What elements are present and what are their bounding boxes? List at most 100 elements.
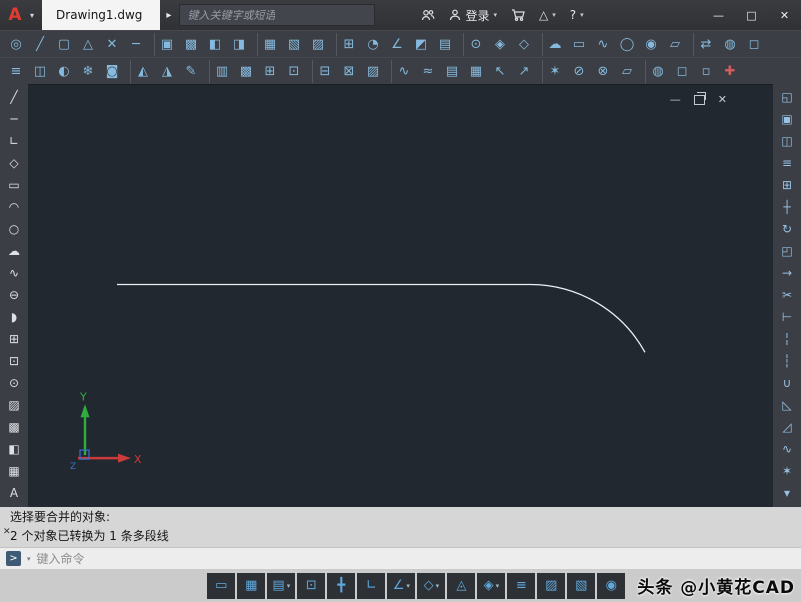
erase-icon[interactable]: ◱	[774, 86, 800, 108]
align-icon[interactable]: ↖	[488, 60, 512, 83]
isometric-drafting-icon[interactable]: ◇ ▾	[417, 572, 446, 599]
ellipse-arc-icon[interactable]: ◗	[1, 306, 27, 328]
command-close-icon[interactable]: ✕	[3, 527, 11, 537]
measure-area-icon[interactable]: ◩	[409, 33, 433, 56]
zoom-window-icon[interactable]: ◻	[742, 33, 766, 56]
plot-preview-icon[interactable]: ◻	[670, 60, 694, 83]
break-icon[interactable]: ┆	[774, 350, 800, 372]
isolate-objects-icon[interactable]: ◧	[203, 33, 227, 56]
offset-icon[interactable]: ≡	[774, 152, 800, 174]
page-setup-icon[interactable]: ▫	[694, 60, 718, 83]
drawing-canvas[interactable]: Y X Z — ✕	[28, 84, 773, 507]
snap-mode-icon[interactable]: ▤ ▾	[267, 572, 296, 599]
snap-from-icon[interactable]: ╱	[28, 33, 52, 56]
image-adjust-icon[interactable]: ▨	[361, 60, 385, 83]
minimize-button[interactable]: —	[702, 0, 735, 30]
markup-icon[interactable]: ✚	[718, 60, 742, 83]
explode-icon[interactable]: ✶	[774, 460, 800, 482]
ortho-mode-icon[interactable]: ∟	[357, 572, 386, 599]
quick-calc-icon[interactable]: ▤	[433, 33, 457, 56]
stretch-icon[interactable]: →	[774, 262, 800, 284]
array-edit-icon[interactable]: ▦	[464, 60, 488, 83]
clip-xref-icon[interactable]: ⊠	[337, 60, 361, 83]
trim-icon[interactable]: ✂	[774, 284, 800, 306]
mirror-icon[interactable]: ◫	[774, 130, 800, 152]
app-menu-caret-icon[interactable]: ▾	[30, 11, 34, 20]
object-snap-tracking-icon[interactable]: ◬	[447, 572, 476, 599]
polar-tracking-icon[interactable]: ∠ ▾	[387, 572, 416, 599]
arc-icon[interactable]: ◠	[1, 196, 27, 218]
layer-isolate-icon[interactable]: ◭	[130, 59, 155, 83]
properties-palette-icon[interactable]: ▥	[209, 59, 234, 83]
command-options-caret-icon[interactable]: ▾	[27, 555, 31, 563]
drawn-polyline[interactable]	[117, 283, 646, 353]
multiline-text-icon[interactable]: A	[1, 482, 27, 504]
snap-temporary-point-icon[interactable]: ◎	[4, 33, 28, 56]
group-edit-icon[interactable]: ▨	[306, 33, 330, 56]
ungroup-icon[interactable]: ▧	[282, 33, 306, 56]
array-icon[interactable]: ⊞	[774, 174, 800, 196]
attach-xref-icon[interactable]: ⊟	[312, 59, 337, 83]
zoom-realtime-icon[interactable]: ◍	[718, 33, 742, 56]
move-icon[interactable]: ┼	[774, 196, 800, 218]
rotate-icon[interactable]: ↻	[774, 218, 800, 240]
point-icon[interactable]: ⊙	[1, 372, 27, 394]
command-prompt-icon[interactable]: >	[6, 551, 21, 566]
make-block-icon[interactable]: ⊡	[1, 350, 27, 372]
dynamic-input-icon[interactable]: ╋	[327, 572, 356, 599]
donut-icon[interactable]: ◉	[639, 33, 663, 56]
rename-icon[interactable]: ▱	[615, 60, 639, 83]
point-style-icon[interactable]: ⊙	[463, 32, 488, 56]
circle-icon[interactable]: ○	[1, 218, 27, 240]
polyline-icon[interactable]: ∟	[1, 130, 27, 152]
measure-radius-icon[interactable]: ◔	[361, 33, 385, 56]
layer-states-icon[interactable]: ◫	[28, 60, 52, 83]
chamfer-icon[interactable]: ◺	[774, 394, 800, 416]
fillet-icon[interactable]: ◿	[774, 416, 800, 438]
selection-cycling-icon[interactable]: ▧	[567, 572, 596, 599]
grid-display-icon[interactable]: ▦	[237, 572, 266, 599]
transparency-icon[interactable]: ▨	[537, 572, 566, 599]
pan-icon[interactable]: ⇄	[693, 32, 718, 56]
region-icon[interactable]: ◧	[1, 438, 27, 460]
insert-block-icon[interactable]: ⊞	[1, 328, 27, 350]
app-menu-button[interactable]: A	[0, 0, 30, 30]
hide-objects-icon[interactable]: ◨	[227, 33, 251, 56]
revision-cloud-icon[interactable]: ☁	[1, 240, 27, 262]
insert-block-icon[interactable]: ⊞	[258, 60, 282, 83]
layer-walk-icon[interactable]: ◮	[155, 60, 179, 83]
group-icon[interactable]: ▦	[257, 32, 282, 56]
layer-lock-icon[interactable]: ◙	[100, 60, 124, 83]
scale-icon[interactable]: ◰	[774, 240, 800, 262]
layer-freeze-icon[interactable]: ❄	[76, 60, 100, 83]
snap-endpoint-icon[interactable]: ▢	[52, 33, 76, 56]
copy-icon[interactable]: ▣	[774, 108, 800, 130]
help-search-input[interactable]: 键入关键字或短语	[179, 4, 376, 26]
ellipse-icon[interactable]: ⊖	[1, 284, 27, 306]
signin-button[interactable]: 登录 ▾	[449, 7, 497, 24]
purge-icon[interactable]: ⊘	[567, 60, 591, 83]
snap-midpoint-icon[interactable]: △	[76, 33, 100, 56]
snap-extension-icon[interactable]: ─	[124, 33, 148, 56]
overkill-icon[interactable]: ⊗	[591, 60, 615, 83]
spline-icon[interactable]: ∿	[1, 262, 27, 284]
measure-angle-icon[interactable]: ∠	[385, 33, 409, 56]
store-button[interactable]	[511, 9, 525, 21]
revision-cloud-icon[interactable]: ☁	[542, 32, 567, 56]
share-button[interactable]	[421, 9, 435, 21]
units-icon[interactable]: ◍	[645, 59, 670, 83]
gradient-icon[interactable]: ▩	[1, 416, 27, 438]
help-button[interactable]: ? ▾	[570, 8, 584, 22]
hatch-icon[interactable]: ▨	[1, 394, 27, 416]
wipeout-icon[interactable]: ▭	[567, 33, 591, 56]
hatch-edit-icon[interactable]: ▤	[440, 60, 464, 83]
table-icon[interactable]: ▦	[1, 460, 27, 482]
maximize-button[interactable]: □	[735, 0, 768, 30]
explode-icon[interactable]: ✶	[542, 59, 567, 83]
break-at-point-icon[interactable]: ╎	[774, 328, 800, 350]
helix-icon[interactable]: ◯	[615, 33, 639, 56]
infer-constraints-icon[interactable]: ⊡	[297, 572, 326, 599]
draw-order-front-icon[interactable]: ▣	[154, 32, 179, 56]
lineweight-icon[interactable]: ≡	[507, 572, 536, 599]
object-snap-icon[interactable]: ◈ ▾	[477, 572, 506, 599]
